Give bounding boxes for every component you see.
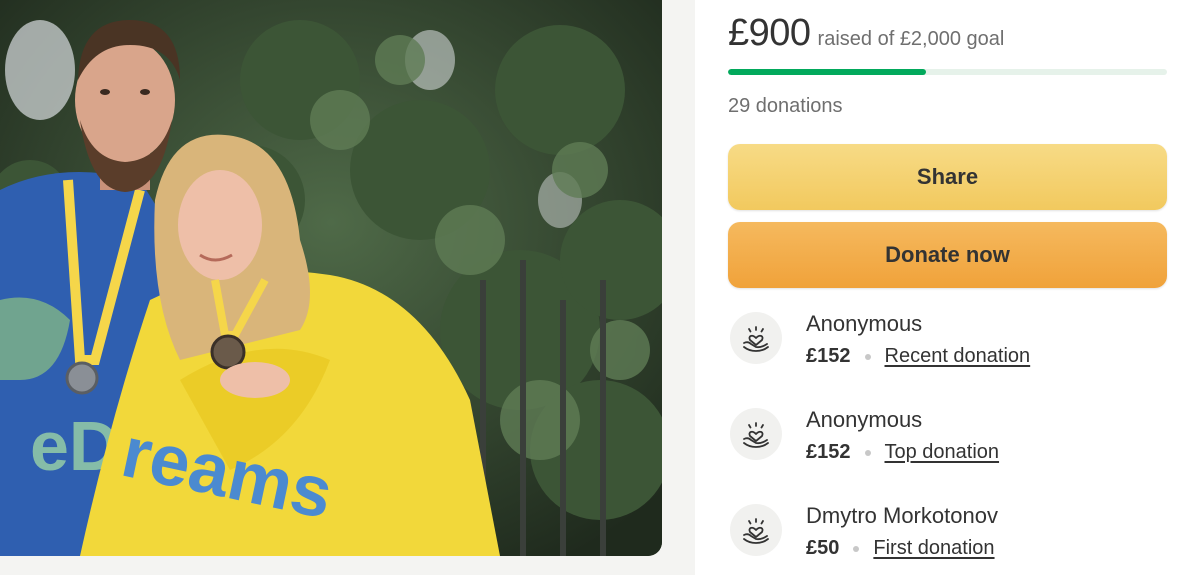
donor-meta: £152 Top donation: [806, 441, 999, 464]
donation-amount: £152: [806, 345, 851, 367]
heart-hand-icon: [730, 312, 782, 364]
raised-summary: £900 raised of £2,000 goal: [728, 12, 1004, 55]
donations-count: 29 donations: [728, 95, 843, 117]
donation-item: Dmytro Morkotonov £50 First donation: [728, 503, 1167, 564]
first-donation-link[interactable]: First donation: [873, 537, 994, 560]
separator-dot: [864, 353, 871, 360]
fundraiser-page: eDr reams £900 raised of £2,000 goal 29 …: [0, 0, 1200, 575]
donation-amount: £152: [806, 441, 851, 463]
raised-goal-text: raised of £2,000 goal: [817, 28, 1005, 50]
share-button[interactable]: Share: [728, 144, 1167, 210]
progress-fill: [728, 69, 926, 75]
separator-dot: [853, 545, 860, 552]
separator-dot: [864, 449, 871, 456]
donation-amount: £50: [806, 537, 840, 559]
donation-item: Anonymous £152 Top donation: [728, 407, 1167, 468]
raised-amount: £900: [728, 12, 811, 54]
top-donation-link[interactable]: Top donation: [885, 441, 1000, 464]
donor-meta: £152 Recent donation: [806, 345, 1030, 368]
donor-name: Anonymous: [806, 407, 923, 432]
donor-meta: £50 First donation: [806, 537, 995, 560]
heart-hand-icon: [730, 504, 782, 556]
fundraiser-photo: eDr reams: [0, 0, 662, 556]
donate-now-button[interactable]: Donate now: [728, 222, 1167, 288]
donation-panel: £900 raised of £2,000 goal 29 donations …: [695, 0, 1200, 575]
donation-item: Anonymous £152 Recent donation: [728, 311, 1167, 372]
recent-donation-link[interactable]: Recent donation: [885, 345, 1031, 368]
donor-name: Dmytro Morkotonov: [806, 503, 998, 528]
heart-hand-icon: [730, 408, 782, 460]
donor-name: Anonymous: [806, 311, 923, 336]
progress-bar: [728, 69, 1167, 75]
